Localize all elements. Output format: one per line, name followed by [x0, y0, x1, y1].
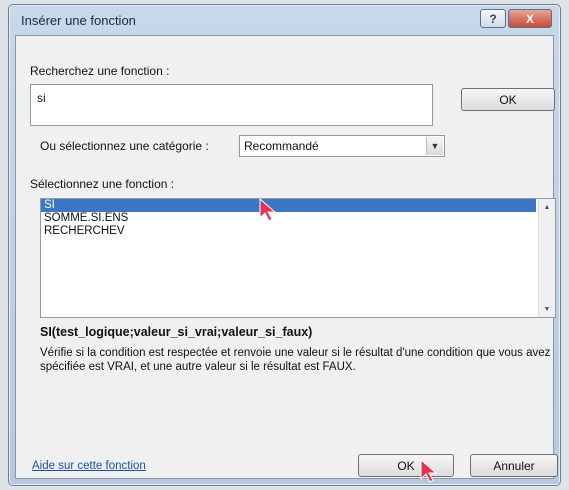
function-syntax: SI(test_logique;valeur_si_vrai;valeur_si… — [40, 325, 313, 339]
dialog-title: Insérer une fonction — [21, 13, 136, 28]
function-list-label: Sélectionnez une fonction : — [30, 177, 175, 191]
help-link[interactable]: Aide sur cette fonction — [32, 460, 146, 472]
function-list-item[interactable]: SOMME.SI.ENS — [41, 212, 536, 225]
category-select[interactable]: Recommandé ▼ — [239, 135, 445, 157]
function-list[interactable]: SI SOMME.SI.ENS RECHERCHEV ▲ ▼ — [40, 198, 556, 318]
cursor-arrow-icon — [259, 198, 276, 222]
category-value: Recommandé — [244, 139, 319, 153]
dialog-body: Recherchez une fonction : si OK Ou sélec… — [15, 35, 558, 479]
help-button[interactable]: ? — [480, 9, 506, 28]
category-label: Ou sélectionnez une catégorie : — [40, 139, 209, 153]
list-scrollbar[interactable]: ▲ ▼ — [538, 199, 555, 317]
close-button[interactable]: X — [508, 9, 552, 28]
insert-function-dialog: Insérer une fonction ? X Recherchez une … — [8, 4, 561, 486]
search-ok-button[interactable]: OK — [461, 88, 555, 111]
scroll-up-icon[interactable]: ▲ — [539, 199, 555, 215]
function-list-item[interactable]: RECHERCHEV — [41, 225, 536, 238]
question-icon: ? — [489, 11, 497, 26]
cursor-arrow-icon — [420, 459, 437, 483]
chevron-down-icon[interactable]: ▼ — [426, 137, 443, 155]
close-icon: X — [525, 11, 534, 26]
ok-button[interactable]: OK — [358, 454, 454, 477]
function-list-item[interactable]: SI — [41, 199, 536, 212]
search-label: Recherchez une fonction : — [30, 64, 170, 78]
scroll-down-icon[interactable]: ▼ — [539, 301, 555, 317]
function-description: Vérifie si la condition est respectée et… — [40, 347, 551, 373]
title-bar[interactable]: Insérer une fonction ? X — [9, 5, 560, 35]
search-ok-label: OK — [499, 92, 517, 107]
ok-label: OK — [397, 458, 415, 473]
cancel-label: Annuler — [493, 458, 535, 473]
cancel-button[interactable]: Annuler — [470, 454, 558, 477]
search-input[interactable]: si — [30, 84, 433, 126]
